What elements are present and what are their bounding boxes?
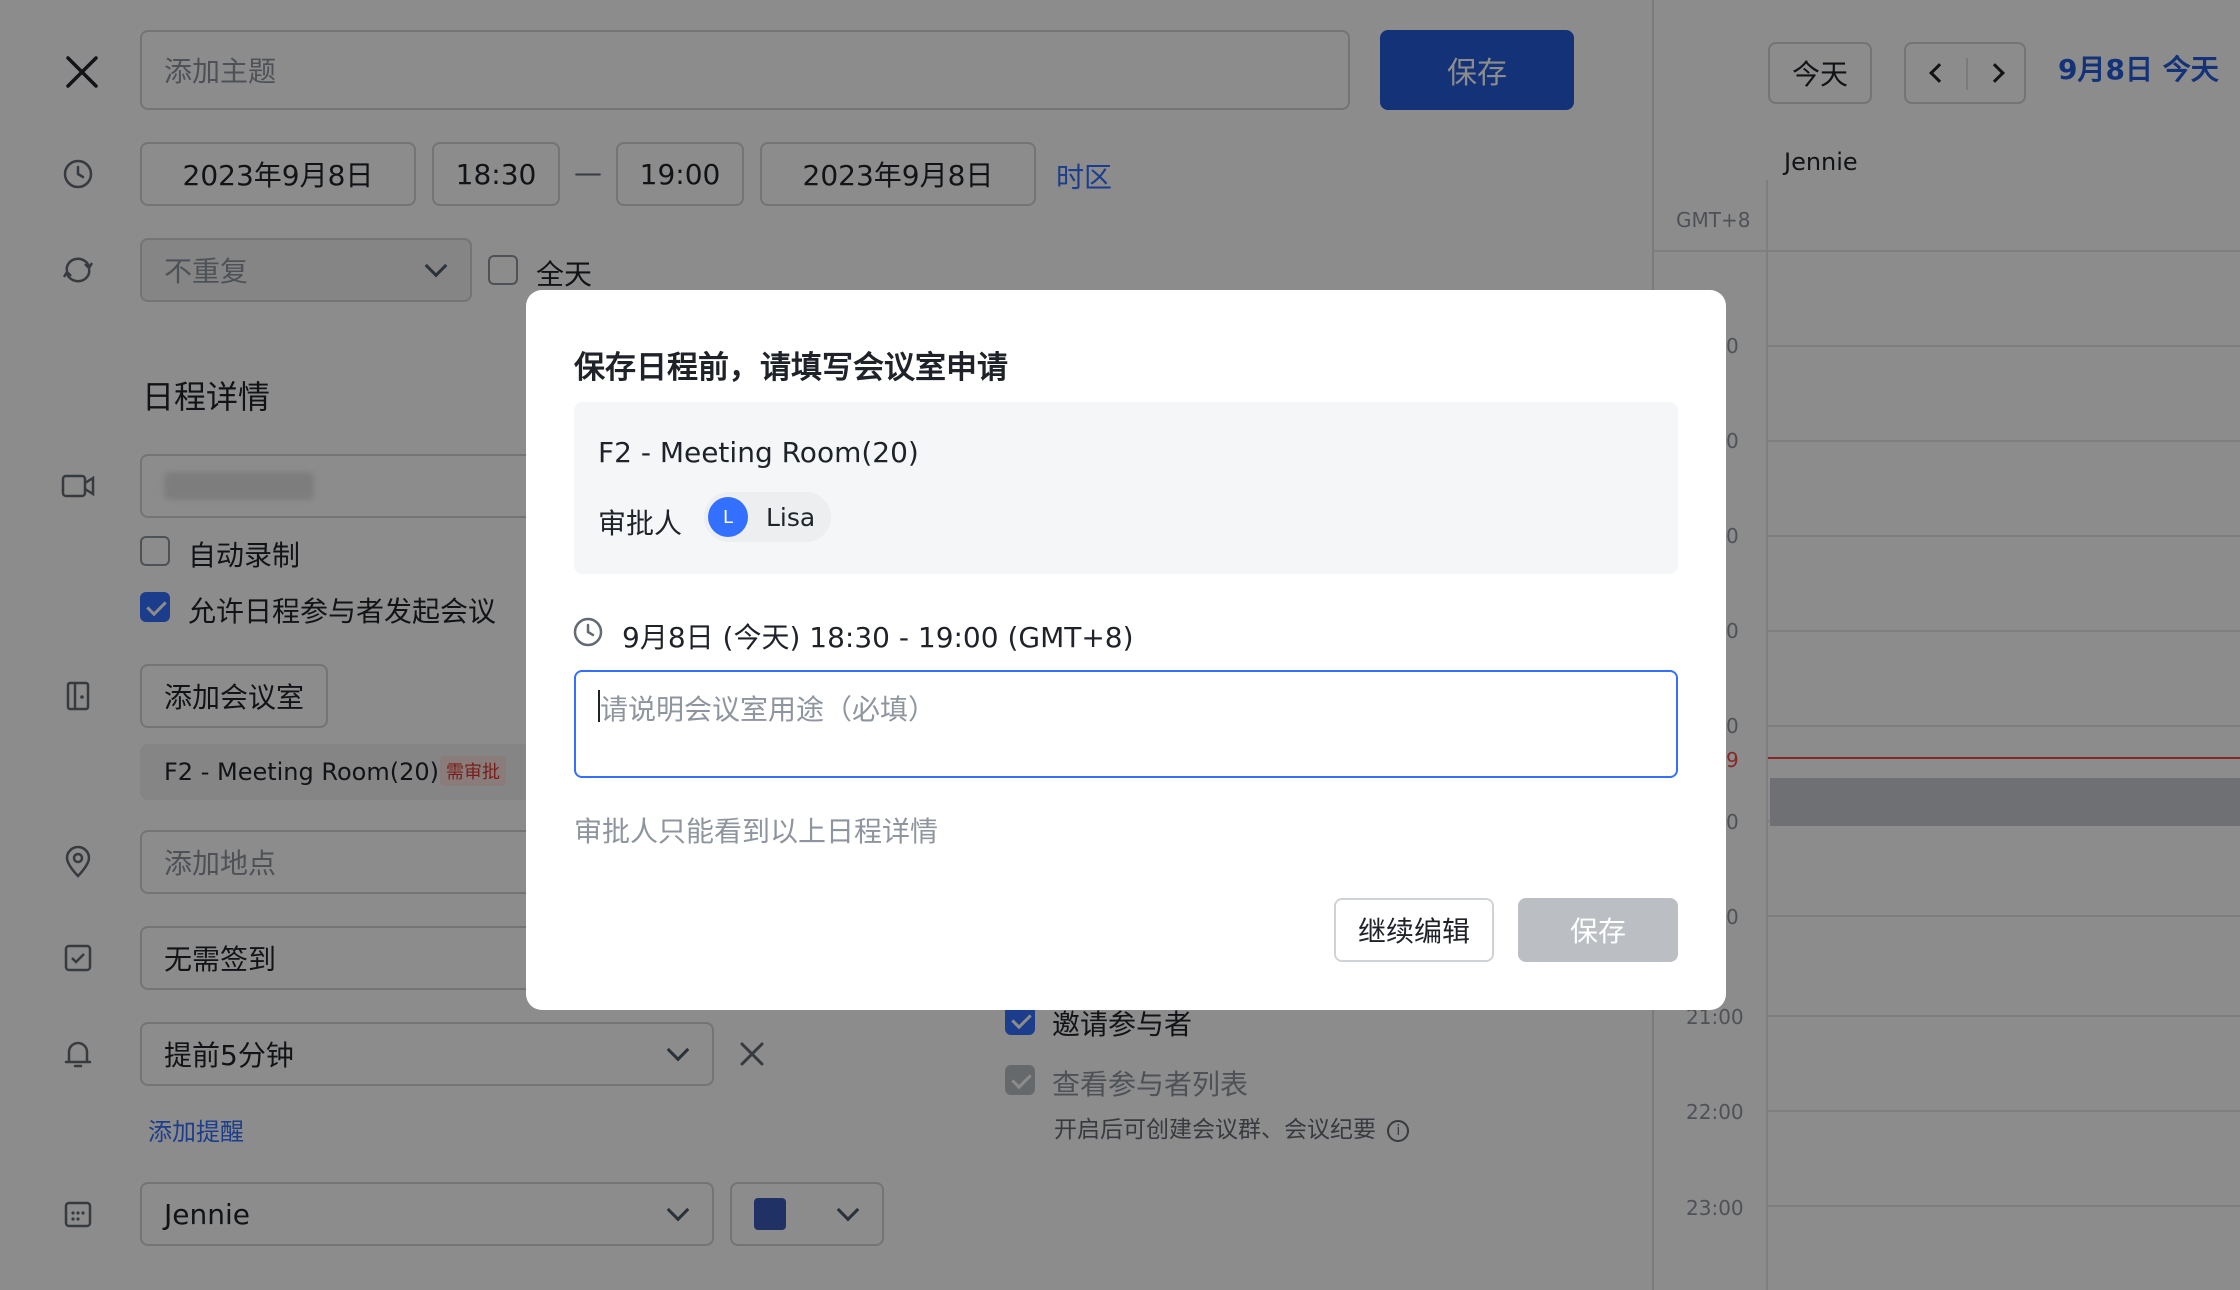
room-info-name: F2 - Meeting Room(20) xyxy=(598,436,919,469)
purpose-textarea[interactable]: 请说明会议室用途（必填） xyxy=(574,670,1678,778)
approver-label: 审批人 xyxy=(598,507,683,540)
avatar: L xyxy=(708,497,748,537)
dialog-title: 保存日程前，请填写会议室申请 xyxy=(574,350,1008,386)
dialog-time: 9月8日 (今天) 18:30 - 19:00 (GMT+8) xyxy=(622,621,1134,654)
continue-editing-button[interactable]: 继续编辑 xyxy=(1334,898,1494,962)
room-info-card: F2 - Meeting Room(20) 审批人 L Lisa xyxy=(574,402,1678,574)
approver-name: Lisa xyxy=(766,502,816,532)
continue-editing-label: 继续编辑 xyxy=(1357,915,1470,948)
dialog-save-label: 保存 xyxy=(1569,915,1626,948)
dialog-note: 审批人只能看到以上日程详情 xyxy=(574,815,939,848)
clock-icon xyxy=(568,612,608,652)
approver-chip: L Lisa xyxy=(704,492,832,542)
room-request-dialog: 保存日程前，请填写会议室申请 F2 - Meeting Room(20) 审批人… xyxy=(526,290,1726,1010)
dialog-save-button[interactable]: 保存 xyxy=(1518,898,1678,962)
purpose-placeholder: 请说明会议室用途（必填） xyxy=(600,693,937,726)
